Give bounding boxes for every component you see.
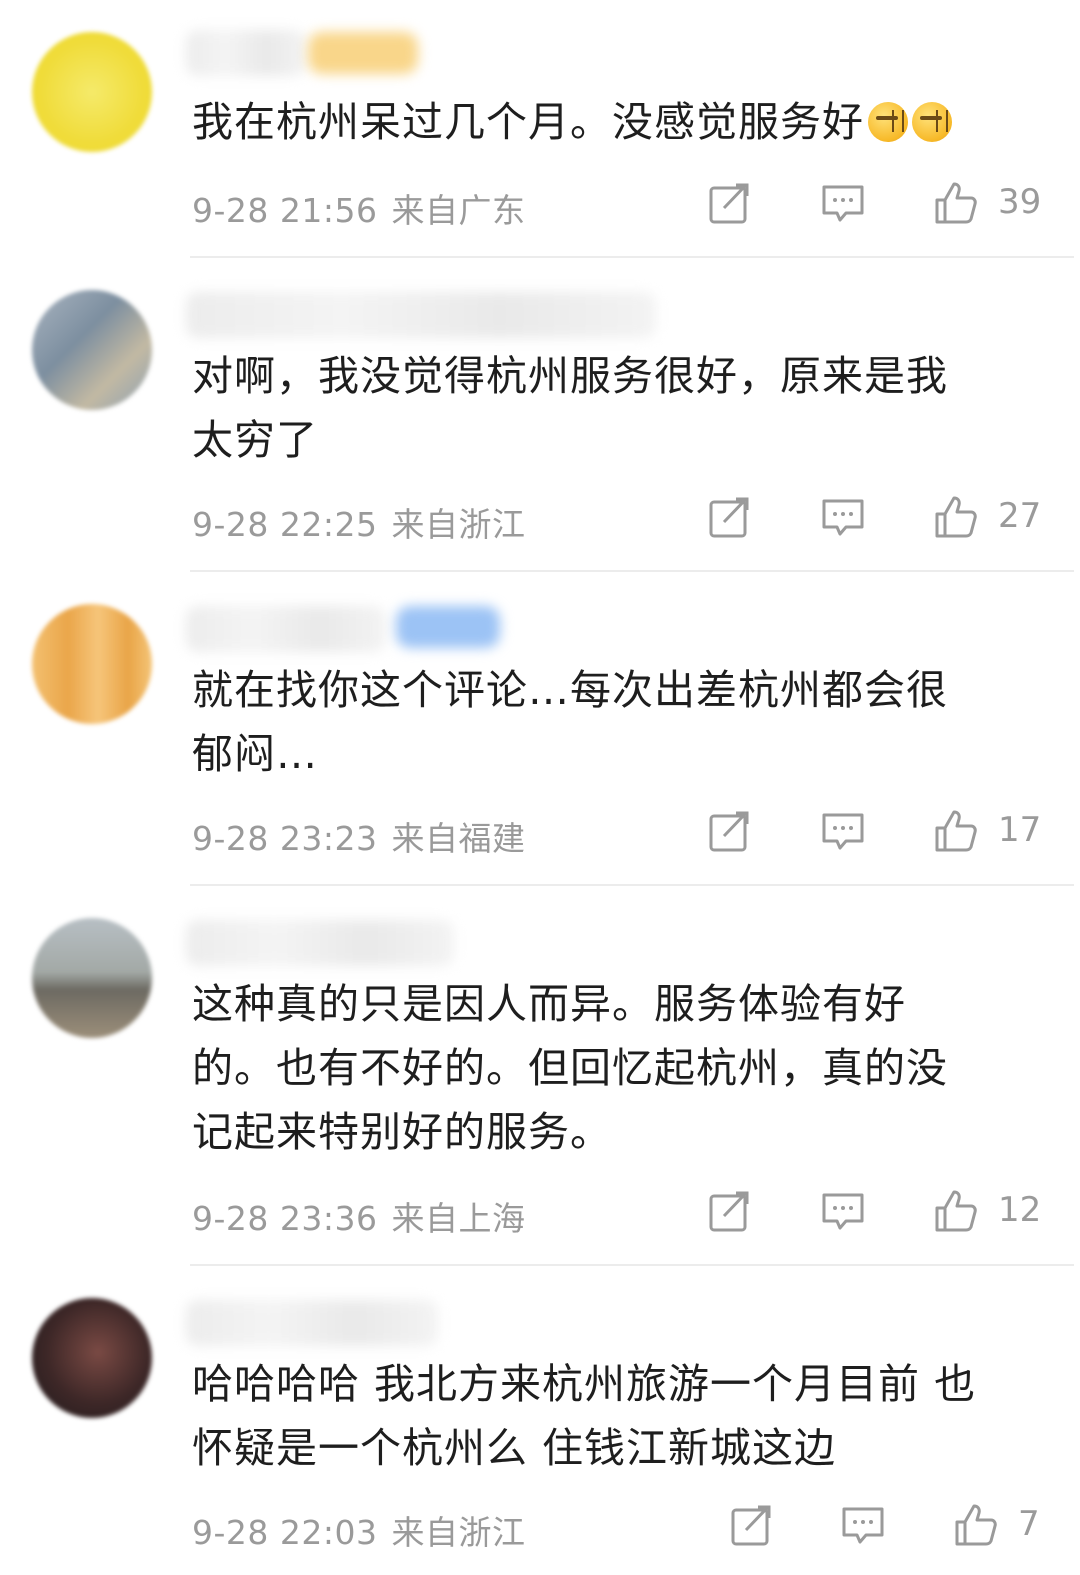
comment-meta: 9-28 22:03 来自浙江 <box>192 1506 526 1554</box>
thumbs-up-icon[interactable] <box>932 494 978 540</box>
comment-text: 这种真的只是因人而异。服务体验有好 的。也有不好的。但回忆起杭州，真的没 记起来… <box>192 980 948 1156</box>
username-blurred[interactable] <box>186 1300 438 1346</box>
username-blurred[interactable] <box>186 920 454 966</box>
like-count: 7 <box>1018 1504 1040 1544</box>
avatar[interactable] <box>32 604 152 724</box>
comment-icon[interactable] <box>820 1188 866 1234</box>
comment-actions: 12 <box>700 1188 1045 1238</box>
comment-location: 来自福建 <box>391 819 526 858</box>
avatar[interactable] <box>32 290 152 410</box>
like-count: 39 <box>998 182 1042 222</box>
comment-location: 来自浙江 <box>391 1513 526 1552</box>
comment-text: 就在找你这个评论…每次出差杭州都会很 郁闷… <box>192 666 948 778</box>
comment-date: 9-28 22:25 <box>192 505 378 544</box>
username-blurred[interactable] <box>186 30 306 76</box>
comment-location: 来自上海 <box>391 1199 526 1238</box>
comment-meta: 9-28 23:36 来自上海 <box>192 1192 526 1240</box>
comment-date: 9-28 22:03 <box>192 1513 378 1552</box>
comment-actions: 27 <box>700 494 1045 544</box>
repost-icon[interactable] <box>706 180 752 226</box>
username-blurred[interactable] <box>186 606 386 652</box>
comment-date: 9-28 23:23 <box>192 819 378 858</box>
comment-actions: 39 <box>700 180 1045 230</box>
comment-icon[interactable] <box>820 180 866 226</box>
comment-actions: 7 <box>700 1502 1045 1552</box>
avatar[interactable] <box>32 1298 152 1418</box>
comment-location: 来自广东 <box>391 191 526 230</box>
comment-date: 9-28 21:56 <box>192 191 378 230</box>
smirk-emoji-icon <box>868 102 908 142</box>
comment-text: 我在杭州呆过几个月。没感觉服务好 <box>192 90 1022 154</box>
divider <box>190 570 1074 572</box>
divider <box>190 256 1074 258</box>
like-count: 17 <box>998 810 1042 850</box>
thumbs-up-icon[interactable] <box>932 180 978 226</box>
thumbs-up-icon[interactable] <box>952 1502 998 1548</box>
divider <box>190 884 1074 886</box>
repost-icon[interactable] <box>706 494 752 540</box>
divider <box>190 1264 1074 1266</box>
comment-icon[interactable] <box>820 494 866 540</box>
avatar[interactable] <box>32 918 152 1038</box>
username-blurred[interactable] <box>186 292 656 338</box>
comment-icon[interactable] <box>840 1502 886 1548</box>
thumbs-up-icon[interactable] <box>932 808 978 854</box>
comment-text: 哈哈哈哈 我北方来杭州旅游一个月目前 也 怀疑是一个杭州么 住钱江新城这边 <box>192 1360 977 1472</box>
like-count: 12 <box>998 1190 1042 1230</box>
comment-meta: 9-28 23:23 来自福建 <box>192 812 526 860</box>
comment-date: 9-28 23:36 <box>192 1199 378 1238</box>
avatar[interactable] <box>32 32 152 152</box>
comment-icon[interactable] <box>820 808 866 854</box>
user-badge-blurred <box>308 32 418 74</box>
repost-icon[interactable] <box>706 1188 752 1234</box>
comment-text: 对啊，我没觉得杭州服务很好，原来是我 太穷了 <box>192 352 948 464</box>
comment-meta: 9-28 21:56 来自广东 <box>192 184 526 232</box>
comment-meta: 9-28 22:25 来自浙江 <box>192 498 526 546</box>
repost-icon[interactable] <box>706 808 752 854</box>
like-count: 27 <box>998 496 1042 536</box>
user-badge-blurred <box>396 606 500 648</box>
comment-actions: 17 <box>700 808 1045 858</box>
comment-location: 来自浙江 <box>391 505 526 544</box>
smirk-emoji-icon <box>912 102 952 142</box>
repost-icon[interactable] <box>728 1502 774 1548</box>
thumbs-up-icon[interactable] <box>932 1188 978 1234</box>
